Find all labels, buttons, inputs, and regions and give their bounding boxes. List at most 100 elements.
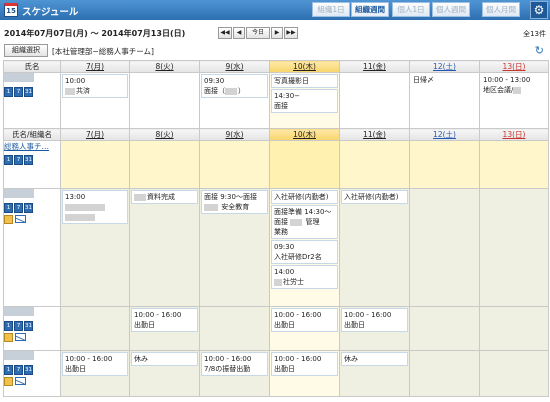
event[interactable]: 10:00 - 16:00 出勤日 (62, 352, 128, 376)
month-view-icon[interactable]: 31 (24, 155, 33, 165)
schedule-cell[interactable] (479, 306, 549, 351)
event[interactable]: 10:00 - 16:00 出勤日 (341, 308, 408, 332)
event[interactable]: 09:30 入社研修Dr2名 (271, 240, 338, 264)
mail-icon[interactable] (15, 215, 26, 223)
event[interactable]: 入社研修(内勤者) (271, 190, 338, 204)
day-link[interactable]: 11(金) (363, 130, 386, 139)
month-view-icon[interactable]: 31 (24, 365, 33, 375)
schedule-cell[interactable]: 09:30 面接（） (199, 72, 270, 129)
schedule-cell[interactable]: 面接 9:30〜面接 安全教育 (199, 188, 270, 307)
event[interactable]: 休み (131, 352, 198, 366)
schedule-cell[interactable] (409, 140, 480, 189)
day-view-icon[interactable]: 1 (4, 203, 13, 213)
user-name[interactable] (4, 189, 34, 198)
schedule-cell[interactable]: 10:00 - 16:00 出勤日 (269, 306, 340, 351)
day-link[interactable]: 8(火) (155, 130, 173, 139)
schedule-cell[interactable]: 10:00 - 13:00 地区会議/ (479, 72, 549, 129)
day-view-icon[interactable]: 1 (4, 365, 13, 375)
prev-day-button[interactable]: ◀ (233, 27, 245, 39)
event[interactable]: 10:00 - 16:00 7/8の振替出勤 (201, 352, 268, 376)
event[interactable]: 13:00 (62, 190, 128, 224)
day-link[interactable]: 7(月) (86, 62, 104, 71)
schedule-cell[interactable] (199, 306, 270, 351)
event[interactable]: 09:30 面接（） (201, 74, 268, 98)
org-name[interactable]: 総務人事チ… (4, 141, 49, 152)
schedule-cell[interactable] (339, 72, 410, 129)
schedule-cell[interactable] (60, 140, 130, 189)
day-link[interactable]: 8(火) (155, 62, 173, 71)
gear-icon[interactable]: ⚙ (530, 1, 548, 19)
day-link[interactable]: 10(木) (293, 62, 316, 71)
tab-personal-day[interactable]: 個人1日 (392, 2, 430, 17)
user-name[interactable] (4, 73, 34, 82)
event[interactable]: 14:30− 面接 (271, 89, 338, 113)
day-link[interactable]: 11(金) (363, 62, 386, 71)
next-week-button[interactable]: ▶▶ (284, 27, 298, 39)
user-name[interactable] (4, 307, 34, 316)
event[interactable]: 10:00 - 16:00 出勤日 (271, 352, 338, 376)
org-select-button[interactable]: 組織選択 (4, 44, 48, 57)
schedule-cell[interactable] (60, 306, 130, 351)
event[interactable]: 資料完成 (131, 190, 198, 204)
edit-icon[interactable] (4, 333, 13, 342)
schedule-cell[interactable] (409, 306, 480, 351)
schedule-cell[interactable] (479, 188, 549, 307)
month-view-icon[interactable]: 31 (24, 321, 33, 331)
event[interactable]: 入社研修(内勤者) (341, 190, 408, 204)
event[interactable]: 14:00 社労士 (271, 265, 338, 289)
schedule-cell[interactable]: 休み (129, 350, 200, 397)
schedule-cell[interactable] (269, 140, 340, 189)
event[interactable]: 写真撮影日 (271, 74, 338, 88)
schedule-cell[interactable] (129, 140, 200, 189)
event[interactable]: 休み (341, 352, 408, 366)
tab-personal-month[interactable]: 個人月間 (482, 2, 520, 17)
schedule-cell[interactable]: 10:00 - 16:00 出勤日 (269, 350, 340, 397)
event[interactable]: 10:00 - 13:00 地区会議/ (481, 74, 547, 96)
day-view-icon[interactable]: 1 (4, 155, 13, 165)
week-view-icon[interactable]: 7 (14, 203, 23, 213)
day-link[interactable]: 13(日) (503, 62, 526, 71)
schedule-cell[interactable] (409, 188, 480, 307)
week-view-icon[interactable]: 7 (14, 321, 23, 331)
schedule-cell[interactable]: 10:00 - 16:00 7/8の振替出勤 (199, 350, 270, 397)
schedule-cell[interactable]: 写真撮影日 14:30− 面接 (269, 72, 340, 129)
user-name[interactable] (4, 351, 34, 360)
schedule-cell[interactable] (409, 350, 480, 397)
schedule-cell[interactable]: 10:00 - 16:00 出勤日 (339, 306, 410, 351)
schedule-cell[interactable]: 入社研修(内勤者) 面接準備 14:30〜 面接 管理 業務 09:30 入社研修… (269, 188, 340, 307)
tab-org-day[interactable]: 組織1日 (312, 2, 350, 17)
day-link[interactable]: 9(水) (225, 130, 243, 139)
schedule-cell[interactable]: 10:00 共済 (60, 72, 130, 129)
schedule-cell[interactable] (479, 140, 549, 189)
day-link[interactable]: 12(土) (433, 130, 456, 139)
next-day-button[interactable]: ▶ (271, 27, 283, 39)
event[interactable]: 10:00 - 16:00 出勤日 (131, 308, 198, 332)
edit-icon[interactable] (4, 215, 13, 224)
day-link[interactable]: 9(水) (225, 62, 243, 71)
tab-personal-week[interactable]: 個人週間 (432, 2, 470, 17)
day-link[interactable]: 10(木) (293, 130, 316, 139)
mail-icon[interactable] (15, 333, 26, 341)
day-view-icon[interactable]: 1 (4, 87, 13, 97)
month-view-icon[interactable]: 31 (24, 87, 33, 97)
event[interactable]: 日帰〆 (411, 74, 478, 86)
schedule-cell[interactable] (199, 140, 270, 189)
schedule-cell[interactable]: 10:00 - 16:00 出勤日 (129, 306, 200, 351)
day-view-icon[interactable]: 1 (4, 321, 13, 331)
schedule-cell[interactable]: 日帰〆 (409, 72, 480, 129)
event[interactable]: 面接準備 14:30〜 面接 管理 業務 (271, 205, 338, 239)
week-view-icon[interactable]: 7 (14, 155, 23, 165)
schedule-cell[interactable] (479, 350, 549, 397)
month-view-icon[interactable]: 31 (24, 203, 33, 213)
prev-week-button[interactable]: ◀◀ (218, 27, 232, 39)
event[interactable]: 10:00 共済 (62, 74, 128, 98)
week-view-icon[interactable]: 7 (14, 87, 23, 97)
schedule-cell[interactable] (339, 140, 410, 189)
mail-icon[interactable] (15, 377, 26, 385)
edit-icon[interactable] (4, 377, 13, 386)
schedule-cell[interactable]: 休み (339, 350, 410, 397)
schedule-cell[interactable]: 入社研修(内勤者) (339, 188, 410, 307)
today-button[interactable]: 今日 (246, 27, 270, 39)
schedule-cell[interactable]: 資料完成 (129, 188, 200, 307)
week-view-icon[interactable]: 7 (14, 365, 23, 375)
